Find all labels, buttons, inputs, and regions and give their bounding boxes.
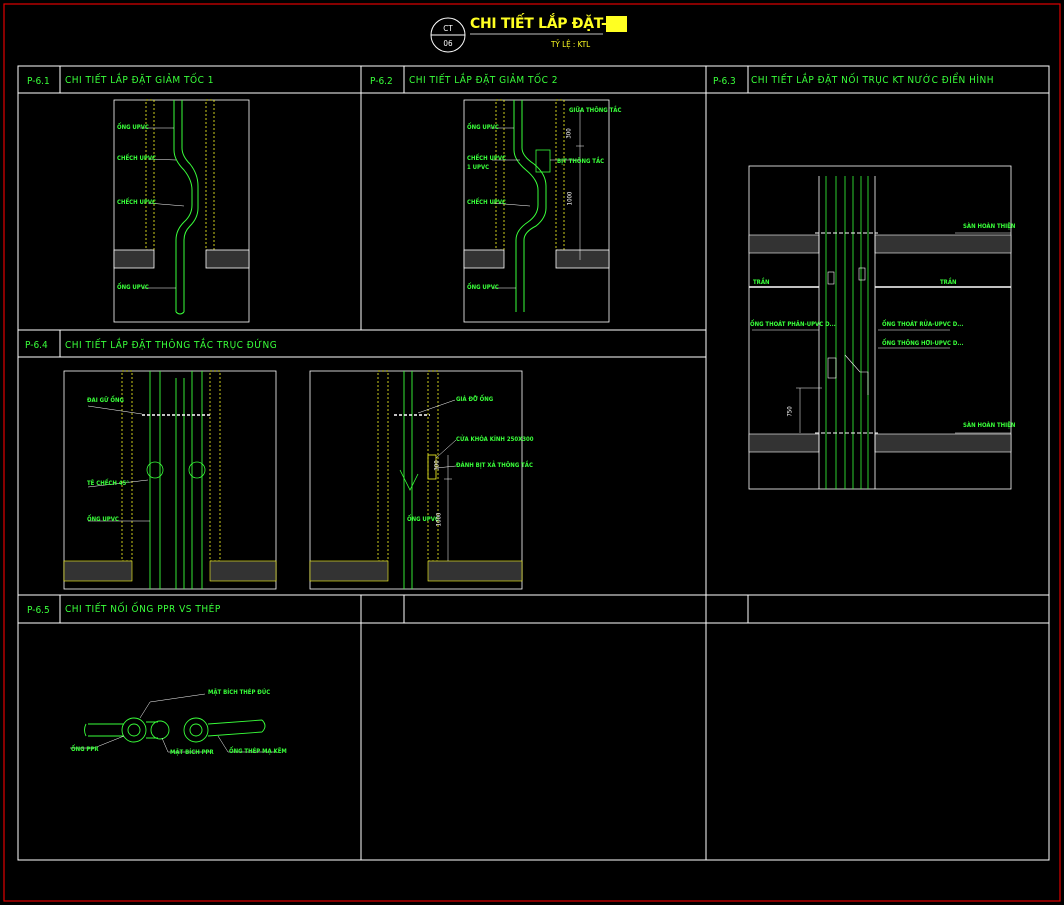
d62-label-b: CHẾCH UPVC (467, 155, 506, 162)
d65-label-a: MẶT BÍCH THÉP ĐÚC (208, 689, 271, 696)
d63-label-d: ỐNG THOÁT PHÂN-UPVC D... (750, 321, 836, 328)
d64b-label-c: ĐÁNH BỊT XẢ THÔNG TẮC (456, 462, 533, 469)
d62-label-a: ỐNG UPVC (467, 124, 499, 131)
layout-grid (17, 65, 1050, 861)
d64a-label-c: ỐNG UPVC (87, 516, 119, 523)
d63-dim-750: 750 (786, 406, 794, 417)
d61-label-a: ỐNG UPVC (117, 124, 149, 131)
cell-code-6-3: P-6.3 (713, 76, 736, 87)
cell-code-6-4: P-6.4 (25, 340, 48, 351)
d64a-label-b: TÊ CHẾCH 45° (87, 480, 129, 487)
d64b-dim-1000: 1000 (435, 512, 443, 527)
d62-label-d: ỐNG UPVC (467, 284, 499, 291)
d63-label-b: TRẦN (753, 279, 770, 286)
d65-label-d: ỐNG THÉP MẠ KẼM (229, 748, 287, 755)
d64b-dim-300: 300 (433, 460, 441, 471)
drawing-sheet (3, 3, 1061, 902)
sheet-ct-label: CT (443, 24, 453, 33)
cell-code-6-5: P-6.5 (27, 605, 50, 616)
d62-dim-1000: 1000 (566, 191, 574, 206)
sheet-scale: TỶ LỆ : KTL (551, 40, 591, 49)
sheet-title-text: CHI TIẾT LẮP ĐẶT- (470, 16, 607, 32)
d63-label-f: ỐNG THÔNG HƠI-UPVC D... (882, 340, 964, 347)
d61-label-b: CHẾCH UPVC (117, 155, 156, 162)
d62-label-e: GIỮA THÔNG TẮC (569, 107, 622, 114)
d62-label-f: BỊT THÔNG TẮC (557, 158, 605, 165)
cell-title-6-5: CHI TIẾT NỐI ỐNG PPR VS THÉP (65, 604, 221, 615)
detail-6-4b-drawing (309, 370, 523, 590)
cell-code-6-2: P-6.2 (370, 76, 393, 87)
d62-label-c: CHẾCH UPVC (467, 199, 506, 206)
d64a-label-a: ĐAI GỮ ỐNG (87, 397, 124, 404)
d64b-label-a: GIÁ ĐỠ ỐNG (456, 396, 494, 403)
sheet-number: 06 (443, 39, 453, 48)
d63-label-g: SÀN HOÀN THIỆN (963, 422, 1016, 429)
cell-title-6-3: CHI TIẾT LẮP ĐẶT NỐI TRỤC KT NƯỚC ĐIỂN H… (751, 75, 995, 86)
d63-label-a: SÀN HOÀN THIỆN (963, 223, 1016, 230)
sheet-title-highlight: 06 (606, 16, 628, 32)
d65-label-c: MẶT BÍCH PPR (170, 749, 214, 756)
d61-label-d: ỐNG UPVC (117, 284, 149, 291)
cell-title-6-4: CHI TIẾT LẮP ĐẶT THÔNG TẮC TRỤC ĐỨNG (65, 340, 278, 351)
d63-label-e: ỐNG THOÁT RỬA-UPVC D... (882, 321, 964, 328)
cell-code-6-1: P-6.1 (27, 76, 50, 87)
cell-title-6-2: CHI TIẾT LẮP ĐẶT GIẢM TỐC 2 (409, 75, 558, 86)
cell-title-6-1: CHI TIẾT LẮP ĐẶT GIẢM TỐC 1 (65, 75, 214, 86)
sheet-title: CHI TIẾT LẮP ĐẶT-06 (470, 16, 628, 32)
d63-label-c: TRẦN (940, 279, 957, 286)
d65-label-b: ỐNG PPR (71, 746, 99, 753)
detail-6-5-drawing (70, 693, 276, 753)
d64b-label-b: CỬA KHÓA KÍNH 250X300 (456, 436, 534, 443)
d62-dim-300: 300 (565, 128, 573, 139)
d64b-label-d: ỐNG UPVC (407, 516, 439, 523)
d61-label-c: CHẾCH UPVC (117, 199, 156, 206)
d62-label-b2: 1 UPVC (467, 164, 490, 171)
